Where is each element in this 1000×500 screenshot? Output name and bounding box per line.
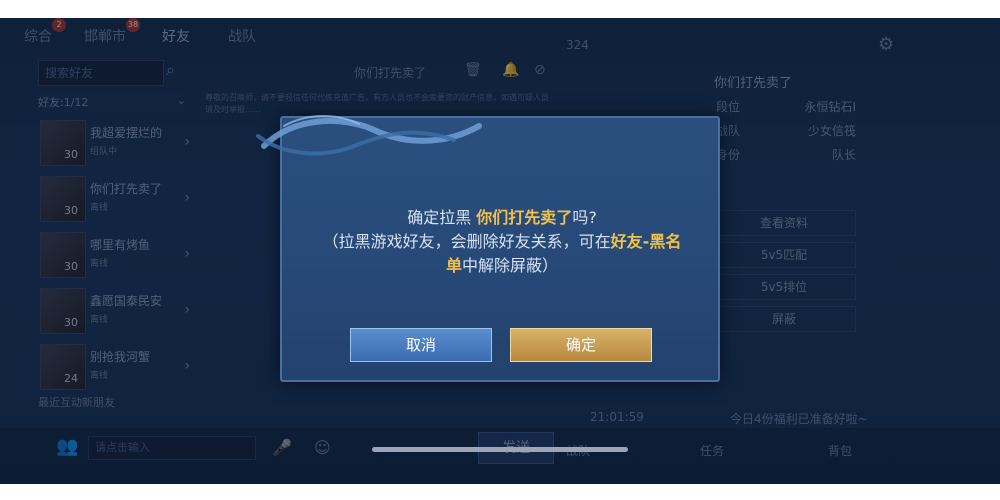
blacklist-path-b: 单 bbox=[445, 256, 462, 275]
confirm-suffix: 吗? bbox=[572, 208, 597, 227]
home-indicator[interactable] bbox=[372, 447, 628, 452]
explain-suffix: 中解除屏蔽） bbox=[462, 256, 559, 275]
target-player-name: 你们打先卖了 bbox=[476, 208, 573, 227]
explain-prefix: （拉黑游戏好友，会删除好友关系，可在 bbox=[322, 232, 611, 251]
swirl-decoration-icon bbox=[256, 115, 482, 156]
dialog-message: 确定拉黑 你们打先卖了吗? （拉黑游戏好友，会删除好友关系，可在好友-黑名 单中… bbox=[300, 206, 704, 278]
game-friends-screen: 综合 2 邯郸市 38 好友 战队 搜索好友 ⌕ 好友:1/12 ⌄ 30 我超… bbox=[0, 18, 1000, 484]
confirm-prefix: 确定拉黑 bbox=[407, 208, 472, 227]
blacklist-path-a: 好友-黑名 bbox=[610, 232, 682, 251]
dialog-line-1: 确定拉黑 你们打先卖了吗? bbox=[300, 206, 704, 230]
block-confirm-dialog: 确定拉黑 你们打先卖了吗? （拉黑游戏好友，会删除好友关系，可在好友-黑名 单中… bbox=[256, 115, 720, 382]
dialog-line-2: （拉黑游戏好友，会删除好友关系，可在好友-黑名 bbox=[300, 230, 704, 254]
cancel-button[interactable]: 取消 bbox=[350, 328, 492, 362]
dialog-line-3: 单中解除屏蔽） bbox=[300, 254, 704, 278]
confirm-button[interactable]: 确定 bbox=[510, 328, 652, 362]
